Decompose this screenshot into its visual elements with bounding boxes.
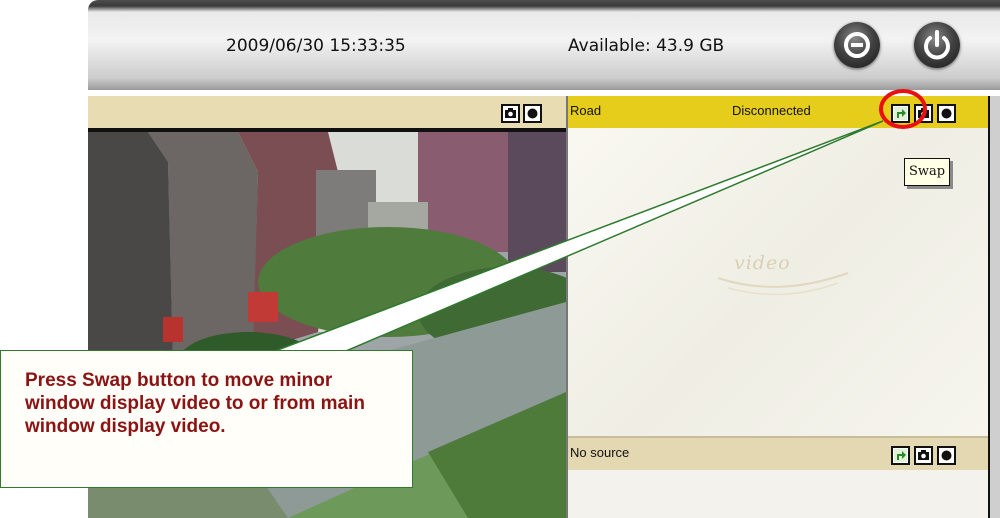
callout-text: Press Swap button to move minor window d… — [25, 370, 365, 437]
instruction-callout: Press Swap button to move minor window d… — [0, 350, 413, 488]
